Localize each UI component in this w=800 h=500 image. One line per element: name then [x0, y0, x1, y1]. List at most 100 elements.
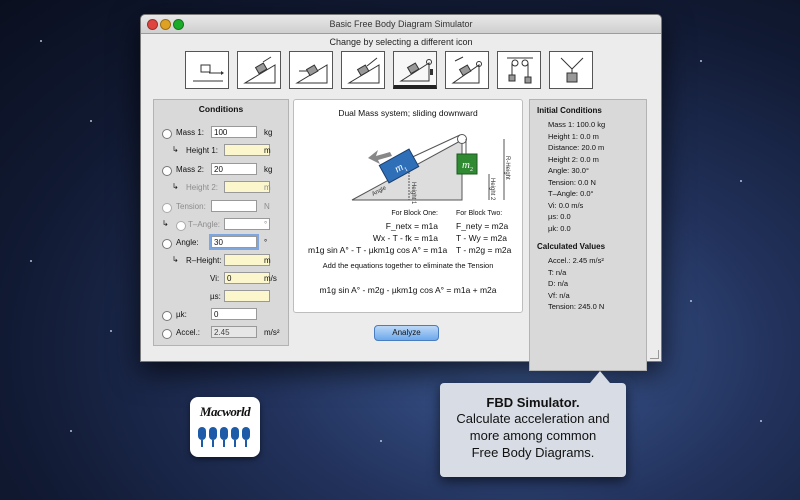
elimination-note: Add the equations together to eliminate … — [322, 261, 494, 270]
angle-radio[interactable] — [162, 239, 172, 249]
initial-condition-item: Angle: 30.0° — [548, 166, 589, 175]
sub-arrow-icon: ↳ — [172, 255, 179, 264]
resize-grip-icon[interactable] — [650, 350, 659, 359]
block-one-heading: For Block One: — [391, 210, 438, 217]
vi-unit: m/s — [264, 274, 277, 283]
mass1-field[interactable]: 100 — [211, 126, 257, 138]
initial-condition-item: T–Angle: 0.0° — [548, 189, 594, 198]
combined-equation: m1g sin A° - m2g - µkm1g cos A° = m1a + … — [319, 285, 497, 295]
initial-condition-item: Height 2: 0.0 m — [548, 154, 599, 164]
mass1-label: Mass 1: — [176, 128, 205, 137]
macworld-badge: Macworld — [190, 397, 260, 457]
initial-conditions-title: Initial Conditions — [537, 106, 602, 115]
svg-text:Height 1: Height 1 — [410, 182, 416, 205]
r-height-label: R–Height: — [186, 256, 222, 265]
block-two-equations: For Block Two: F_nety = m2a T - Wy = m2a… — [456, 208, 511, 256]
diagram-title: Dual Mass system; sliding downward — [338, 108, 478, 118]
mass1-unit: kg — [264, 128, 273, 137]
window-title: Basic Free Body Diagram Simulator — [329, 19, 473, 29]
callout-heading: FBD Simulator. — [486, 395, 580, 410]
results-panel: Initial Conditions Mass 1: 100.0 kg Heig… — [529, 99, 647, 371]
vi-label: Vi: — [210, 274, 220, 283]
t-angle-radio[interactable] — [176, 221, 186, 231]
height1-unit: m — [264, 146, 271, 155]
svg-text:2: 2 — [470, 167, 473, 173]
tension-unit: N — [264, 202, 270, 211]
initial-condition-item: Distance: 20.0 m — [548, 143, 605, 152]
sub-arrow-icon: ↳ — [172, 182, 179, 191]
tension-radio[interactable] — [162, 203, 172, 213]
promo-callout: FBD Simulator. Calculate acceleration an… — [440, 371, 626, 477]
incline-pulley-icon[interactable] — [445, 51, 489, 89]
app-window: Basic Free Body Diagram Simulator Change… — [140, 14, 662, 371]
incline-pull-icon[interactable] — [341, 51, 385, 89]
accel-unit: m/s² — [264, 328, 280, 337]
initial-condition-item: µs: 0.0 — [548, 212, 571, 221]
mass2-label: Mass 2: — [176, 165, 205, 174]
initial-condition-item: Tension: 0.0 N — [548, 177, 596, 187]
svg-text:Height 2: Height 2 — [489, 178, 495, 201]
block-two-eq: F_nety = m2a — [456, 221, 509, 231]
calculated-value-item: Tension: 245.0 N — [548, 302, 605, 311]
sub-arrow-icon: ↳ — [172, 145, 179, 154]
accel-field[interactable]: 2.45 — [211, 326, 257, 338]
t-angle-label: T–Angle: — [188, 220, 221, 229]
block-one-eq: F_netx = m1a — [385, 221, 438, 231]
incline-slide-icon[interactable] — [237, 51, 281, 89]
flat-push-icon[interactable] — [185, 51, 229, 89]
initial-condition-item: µk: 0.0 — [548, 223, 571, 233]
conditions-panel: Conditions Mass 1: 100 kg ↳ Height 1: m … — [153, 99, 289, 346]
five-mice-rating-icon — [198, 427, 250, 447]
mass2-radio[interactable] — [162, 166, 172, 176]
svg-text:R-Height: R-Height — [504, 156, 510, 180]
dual-mass-incline-icon[interactable] — [393, 51, 437, 89]
mass2-field[interactable]: 20 — [211, 163, 257, 175]
mu-s-field[interactable] — [224, 290, 270, 302]
analyze-button[interactable]: Analyze — [374, 325, 439, 341]
mu-k-field[interactable]: 0 — [211, 308, 257, 320]
r-height-unit: m — [264, 256, 271, 265]
height1-label: Height 1: — [186, 146, 219, 155]
initial-condition-item: Vi: 0.0 m/s — [548, 200, 584, 210]
callout-line: more among common — [469, 428, 597, 443]
calculated-values-title: Calculated Values — [537, 242, 606, 251]
mu-k-radio[interactable] — [162, 311, 172, 321]
instruction-text: Change by selecting a different icon — [329, 37, 473, 47]
block-one-equations: For Block One: F_netx = m1a Wx - T - fk … — [308, 208, 448, 256]
calculated-value-item: D: n/a — [548, 279, 569, 288]
mass1-radio[interactable] — [162, 129, 172, 139]
callout-line: Free Body Diagrams. — [471, 445, 595, 460]
block-one-eq: m1g sin A° - T - µkm1g cos A° = m1a — [308, 245, 448, 255]
diagram-panel: Dual Mass system; sliding downward m 1 m… — [293, 99, 523, 313]
mu-k-label: µk: — [176, 310, 187, 319]
hanging-mass-icon[interactable] — [549, 51, 593, 89]
angle-unit: ° — [264, 238, 268, 247]
accel-radio[interactable] — [162, 329, 172, 339]
initial-condition-item: Mass 1: 100.0 kg — [548, 120, 606, 129]
angle-field[interactable]: 30 — [209, 234, 259, 250]
tension-field[interactable] — [211, 200, 257, 212]
mass2-unit: kg — [264, 165, 273, 174]
calculated-value-item: T: n/a — [548, 267, 567, 277]
calculated-value-item: Vf: n/a — [548, 290, 570, 300]
calculated-value-item: Accel.: 2.45 m/s² — [548, 256, 604, 265]
incline-push-icon[interactable] — [289, 51, 333, 89]
initial-condition-item: Height 1: 0.0 m — [548, 131, 599, 141]
mu-s-label: µs: — [210, 292, 221, 301]
height2-unit: m — [264, 183, 271, 192]
conditions-title: Conditions — [198, 104, 244, 114]
accel-label: Accel.: — [176, 328, 201, 337]
atwood-machine-icon[interactable] — [497, 51, 541, 89]
block-two-heading: For Block Two: — [456, 210, 503, 217]
t-angle-unit: ° — [264, 220, 268, 229]
height2-label: Height 2: — [186, 183, 219, 192]
angle-label: Angle: — [176, 238, 199, 247]
tension-label: Tension: — [176, 202, 206, 211]
svg-text:m: m — [462, 159, 470, 171]
block-two-eq: T - Wy = m2a — [456, 233, 508, 243]
sub-arrow-icon: ↳ — [162, 219, 169, 228]
title-bar[interactable]: Basic Free Body Diagram Simulator — [141, 15, 661, 34]
block-one-eq: Wx - T - fk = m1a — [372, 233, 438, 243]
macworld-logo: Macworld — [199, 404, 251, 419]
callout-line: Calculate acceleration and — [456, 411, 610, 426]
